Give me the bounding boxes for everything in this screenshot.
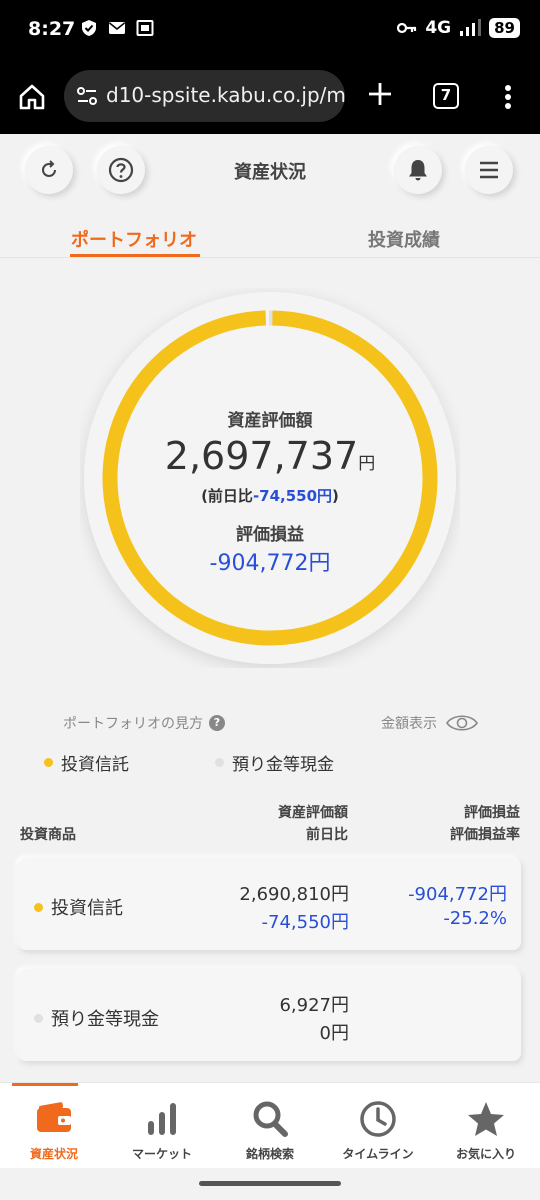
amount-toggle-label: 金額表示 <box>381 716 437 732</box>
battery-level: 89 <box>489 18 520 38</box>
nav-assets[interactable]: 資産状況 <box>0 1083 108 1169</box>
app-icon <box>136 20 154 36</box>
app-header: 資産状況 <box>0 134 540 204</box>
tab-bar: ポートフォリオ 投資成績 <box>0 214 540 258</box>
star-icon <box>468 1102 504 1136</box>
wallet-icon <box>37 1102 71 1132</box>
url-text: d10-spsite.kabu.co.jp/me <box>106 83 345 107</box>
search-icon <box>253 1101 288 1137</box>
tab-portfolio[interactable]: ポートフォリオ <box>71 226 197 252</box>
nav-label: 銘柄検索 <box>245 1147 294 1161</box>
nav-market[interactable]: マーケット <box>108 1083 216 1169</box>
legend-dot-funds <box>44 758 53 767</box>
notifications-button[interactable] <box>394 146 442 194</box>
signal-icon <box>460 19 482 36</box>
legend-item-cash: 預り金等現金 <box>215 750 334 775</box>
home-icon[interactable] <box>18 83 46 111</box>
total-value-number: 2,697,737 <box>164 434 359 478</box>
address-bar[interactable]: d10-spsite.kabu.co.jp/me <box>64 70 345 122</box>
gesture-bar <box>199 1181 341 1186</box>
howto-label: ポートフォリオの見方 <box>63 716 203 732</box>
col-header-diff: 前日比 <box>306 827 348 843</box>
total-unit: 円 <box>358 454 376 474</box>
row-pl-rate: -25.2% <box>443 908 507 929</box>
donut-center: 資産評価額 2,697,737円 (前日比-74,550円) 評価損益 -904… <box>80 288 460 668</box>
more-vert-icon[interactable] <box>500 84 516 112</box>
bottom-nav: 資産状況 マーケット 銘柄検索 タイムライン お気に入り <box>0 1082 540 1168</box>
portfolio-howto-link[interactable]: ポートフォリオの見方 ? <box>63 713 225 733</box>
amount-visibility-toggle[interactable]: 金額表示 <box>381 713 479 733</box>
row-pl: -904,772円 <box>408 884 507 905</box>
total-label: 資産評価額 <box>227 411 313 431</box>
asset-donut-chart: 資産評価額 2,697,737円 (前日比-74,550円) 評価損益 -904… <box>80 288 460 668</box>
legend-label-cash: 預り金等現金 <box>232 755 334 775</box>
menu-button[interactable] <box>465 146 513 194</box>
total-value: 2,697,737円 <box>80 434 460 478</box>
pl-value: -904,772円 <box>209 551 331 576</box>
tab-switcher-button[interactable]: 7 <box>433 83 459 109</box>
col-header-value: 資産評価額 <box>278 805 348 821</box>
question-icon: ? <box>209 715 225 731</box>
network-type: 4G <box>425 18 452 38</box>
col-header-pl: 評価損益 <box>464 805 520 821</box>
row-name-text: 預り金等現金 <box>51 1009 159 1030</box>
nav-label: お気に入り <box>455 1147 516 1161</box>
tab-performance[interactable]: 投資成績 <box>368 226 440 252</box>
row-value: 2,690,810円 <box>239 884 349 905</box>
status-time: 8:27 <box>28 18 76 40</box>
total-diff: (前日比-74,550円) <box>80 485 460 506</box>
legend-item-funds: 投資信託 <box>44 750 129 775</box>
row-value: 6,927円 <box>279 995 349 1016</box>
hamburger-icon <box>480 161 498 179</box>
nav-favorites[interactable]: お気に入り <box>432 1083 540 1169</box>
legend-label-funds: 投資信託 <box>61 755 129 775</box>
browser-toolbar: d10-spsite.kabu.co.jp/me 7 <box>0 60 540 134</box>
row-dot <box>34 902 43 912</box>
holding-row-funds[interactable]: 投資信託 2,690,810円 -74,550円 -904,772円 -25.2… <box>18 858 521 950</box>
active-tab-indicator <box>70 254 200 257</box>
system-indicators: 4G 89 <box>397 18 520 38</box>
nav-label: タイムライン <box>342 1147 414 1161</box>
pl-label: 評価損益 <box>236 525 304 545</box>
row-diff: -74,550円 <box>261 912 349 933</box>
bell-icon <box>409 160 427 181</box>
page-title: 資産状況 <box>234 162 306 183</box>
diff-value: -74,550円 <box>252 487 333 505</box>
col-header-product: 投資商品 <box>20 827 76 843</box>
vpn-key-icon <box>397 22 417 34</box>
legend-dot-cash <box>215 758 224 767</box>
mail-icon <box>109 22 125 34</box>
nav-timeline[interactable]: タイムライン <box>324 1083 432 1169</box>
row-diff: 0円 <box>319 1023 349 1044</box>
nav-label: 資産状況 <box>29 1147 78 1161</box>
clock-icon <box>360 1101 396 1137</box>
eye-icon <box>446 715 478 731</box>
site-settings-icon[interactable] <box>76 85 98 107</box>
notification-icons <box>80 19 154 37</box>
new-tab-icon[interactable] <box>366 80 394 108</box>
row-name-text: 投資信託 <box>51 898 123 919</box>
nav-search[interactable]: 銘柄検索 <box>216 1083 324 1169</box>
col-header-pl-rate: 評価損益率 <box>450 827 520 843</box>
row-name: 預り金等現金 <box>34 1005 159 1031</box>
status-bar: 8:27 4G 89 <box>0 0 540 60</box>
bar-chart-icon <box>148 1103 176 1135</box>
shield-icon <box>82 20 96 36</box>
row-dot <box>34 1013 43 1023</box>
diff-prefix: (前日比 <box>201 487 253 505</box>
diff-suffix: ) <box>332 487 339 505</box>
nav-label: マーケット <box>131 1147 192 1161</box>
holding-row-cash[interactable]: 預り金等現金 6,927円 0円 <box>18 969 521 1061</box>
row-name: 投資信託 <box>34 894 123 920</box>
